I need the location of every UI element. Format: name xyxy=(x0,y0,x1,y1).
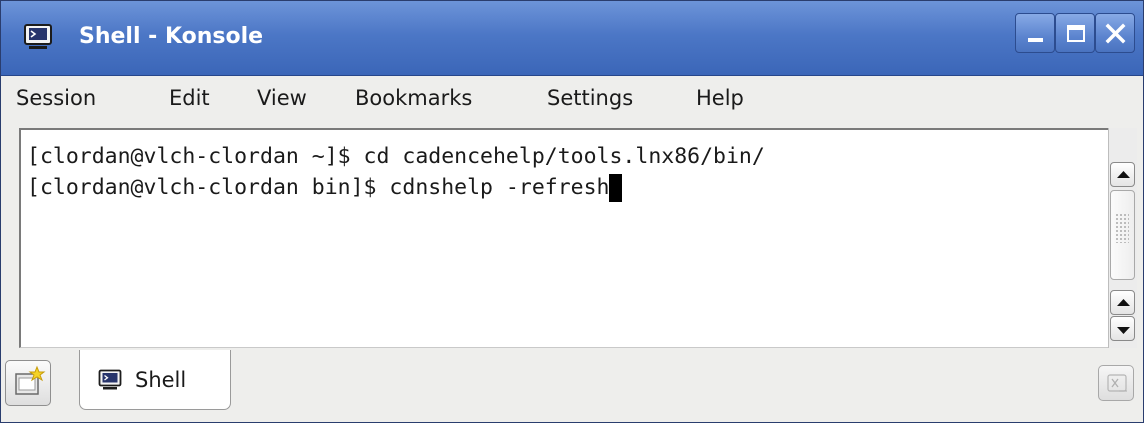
new-session-button[interactable] xyxy=(5,360,51,406)
konsole-window: Shell - Konsole Session Edit View Bookma… xyxy=(0,0,1144,423)
minimize-icon xyxy=(1028,38,1043,42)
konsole-icon[interactable] xyxy=(23,23,53,51)
menu-view[interactable]: View xyxy=(257,76,307,121)
menu-bookmarks[interactable]: Bookmarks xyxy=(355,76,472,121)
scroll-down-button[interactable] xyxy=(1110,316,1135,341)
close-icon xyxy=(1105,23,1126,44)
title-bar[interactable]: Shell - Konsole xyxy=(1,1,1143,76)
close-button[interactable] xyxy=(1095,13,1135,53)
scroll-grip xyxy=(1115,213,1129,243)
konsole-icon xyxy=(98,369,122,391)
maximize-icon xyxy=(1067,25,1085,42)
menu-edit[interactable]: Edit xyxy=(169,76,210,121)
terminal-line: [clordan@vlch-clordan ~]$ cd cadencehelp… xyxy=(27,144,765,169)
menu-session[interactable]: Session xyxy=(16,76,96,121)
scroll-up-button-lower[interactable] xyxy=(1110,290,1135,315)
arrow-up-icon xyxy=(1117,171,1130,178)
window-title: Shell - Konsole xyxy=(79,24,264,49)
vertical-scrollbar[interactable] xyxy=(1108,128,1137,348)
arrow-up-icon xyxy=(1117,299,1130,306)
menu-help[interactable]: Help xyxy=(696,76,744,121)
arrow-down-icon xyxy=(1117,327,1130,334)
maximize-button[interactable] xyxy=(1055,13,1095,53)
scroll-thumb[interactable] xyxy=(1110,190,1135,280)
text-cursor xyxy=(609,174,623,202)
menu-settings[interactable]: Settings xyxy=(547,76,633,121)
close-session-icon xyxy=(1107,374,1127,392)
new-session-icon xyxy=(15,365,46,395)
menu-bar: Session Edit View Bookmarks Settings Hel… xyxy=(1,76,1143,121)
terminal-area[interactable]: [clordan@vlch-clordan ~]$ cd cadencehelp… xyxy=(19,128,1108,348)
minimize-button[interactable] xyxy=(1015,13,1055,53)
terminal-line-text: [clordan@vlch-clordan bin]$ cdnshelp -re… xyxy=(27,175,610,200)
tab-label: Shell xyxy=(135,368,187,392)
scroll-up-button[interactable] xyxy=(1110,162,1135,187)
close-session-button[interactable] xyxy=(1098,365,1134,401)
session-tab-bar: Shell xyxy=(1,348,1143,422)
terminal-line: [clordan@vlch-clordan bin]$ cdnshelp -re… xyxy=(27,173,623,203)
tab-shell[interactable]: Shell xyxy=(79,350,231,410)
